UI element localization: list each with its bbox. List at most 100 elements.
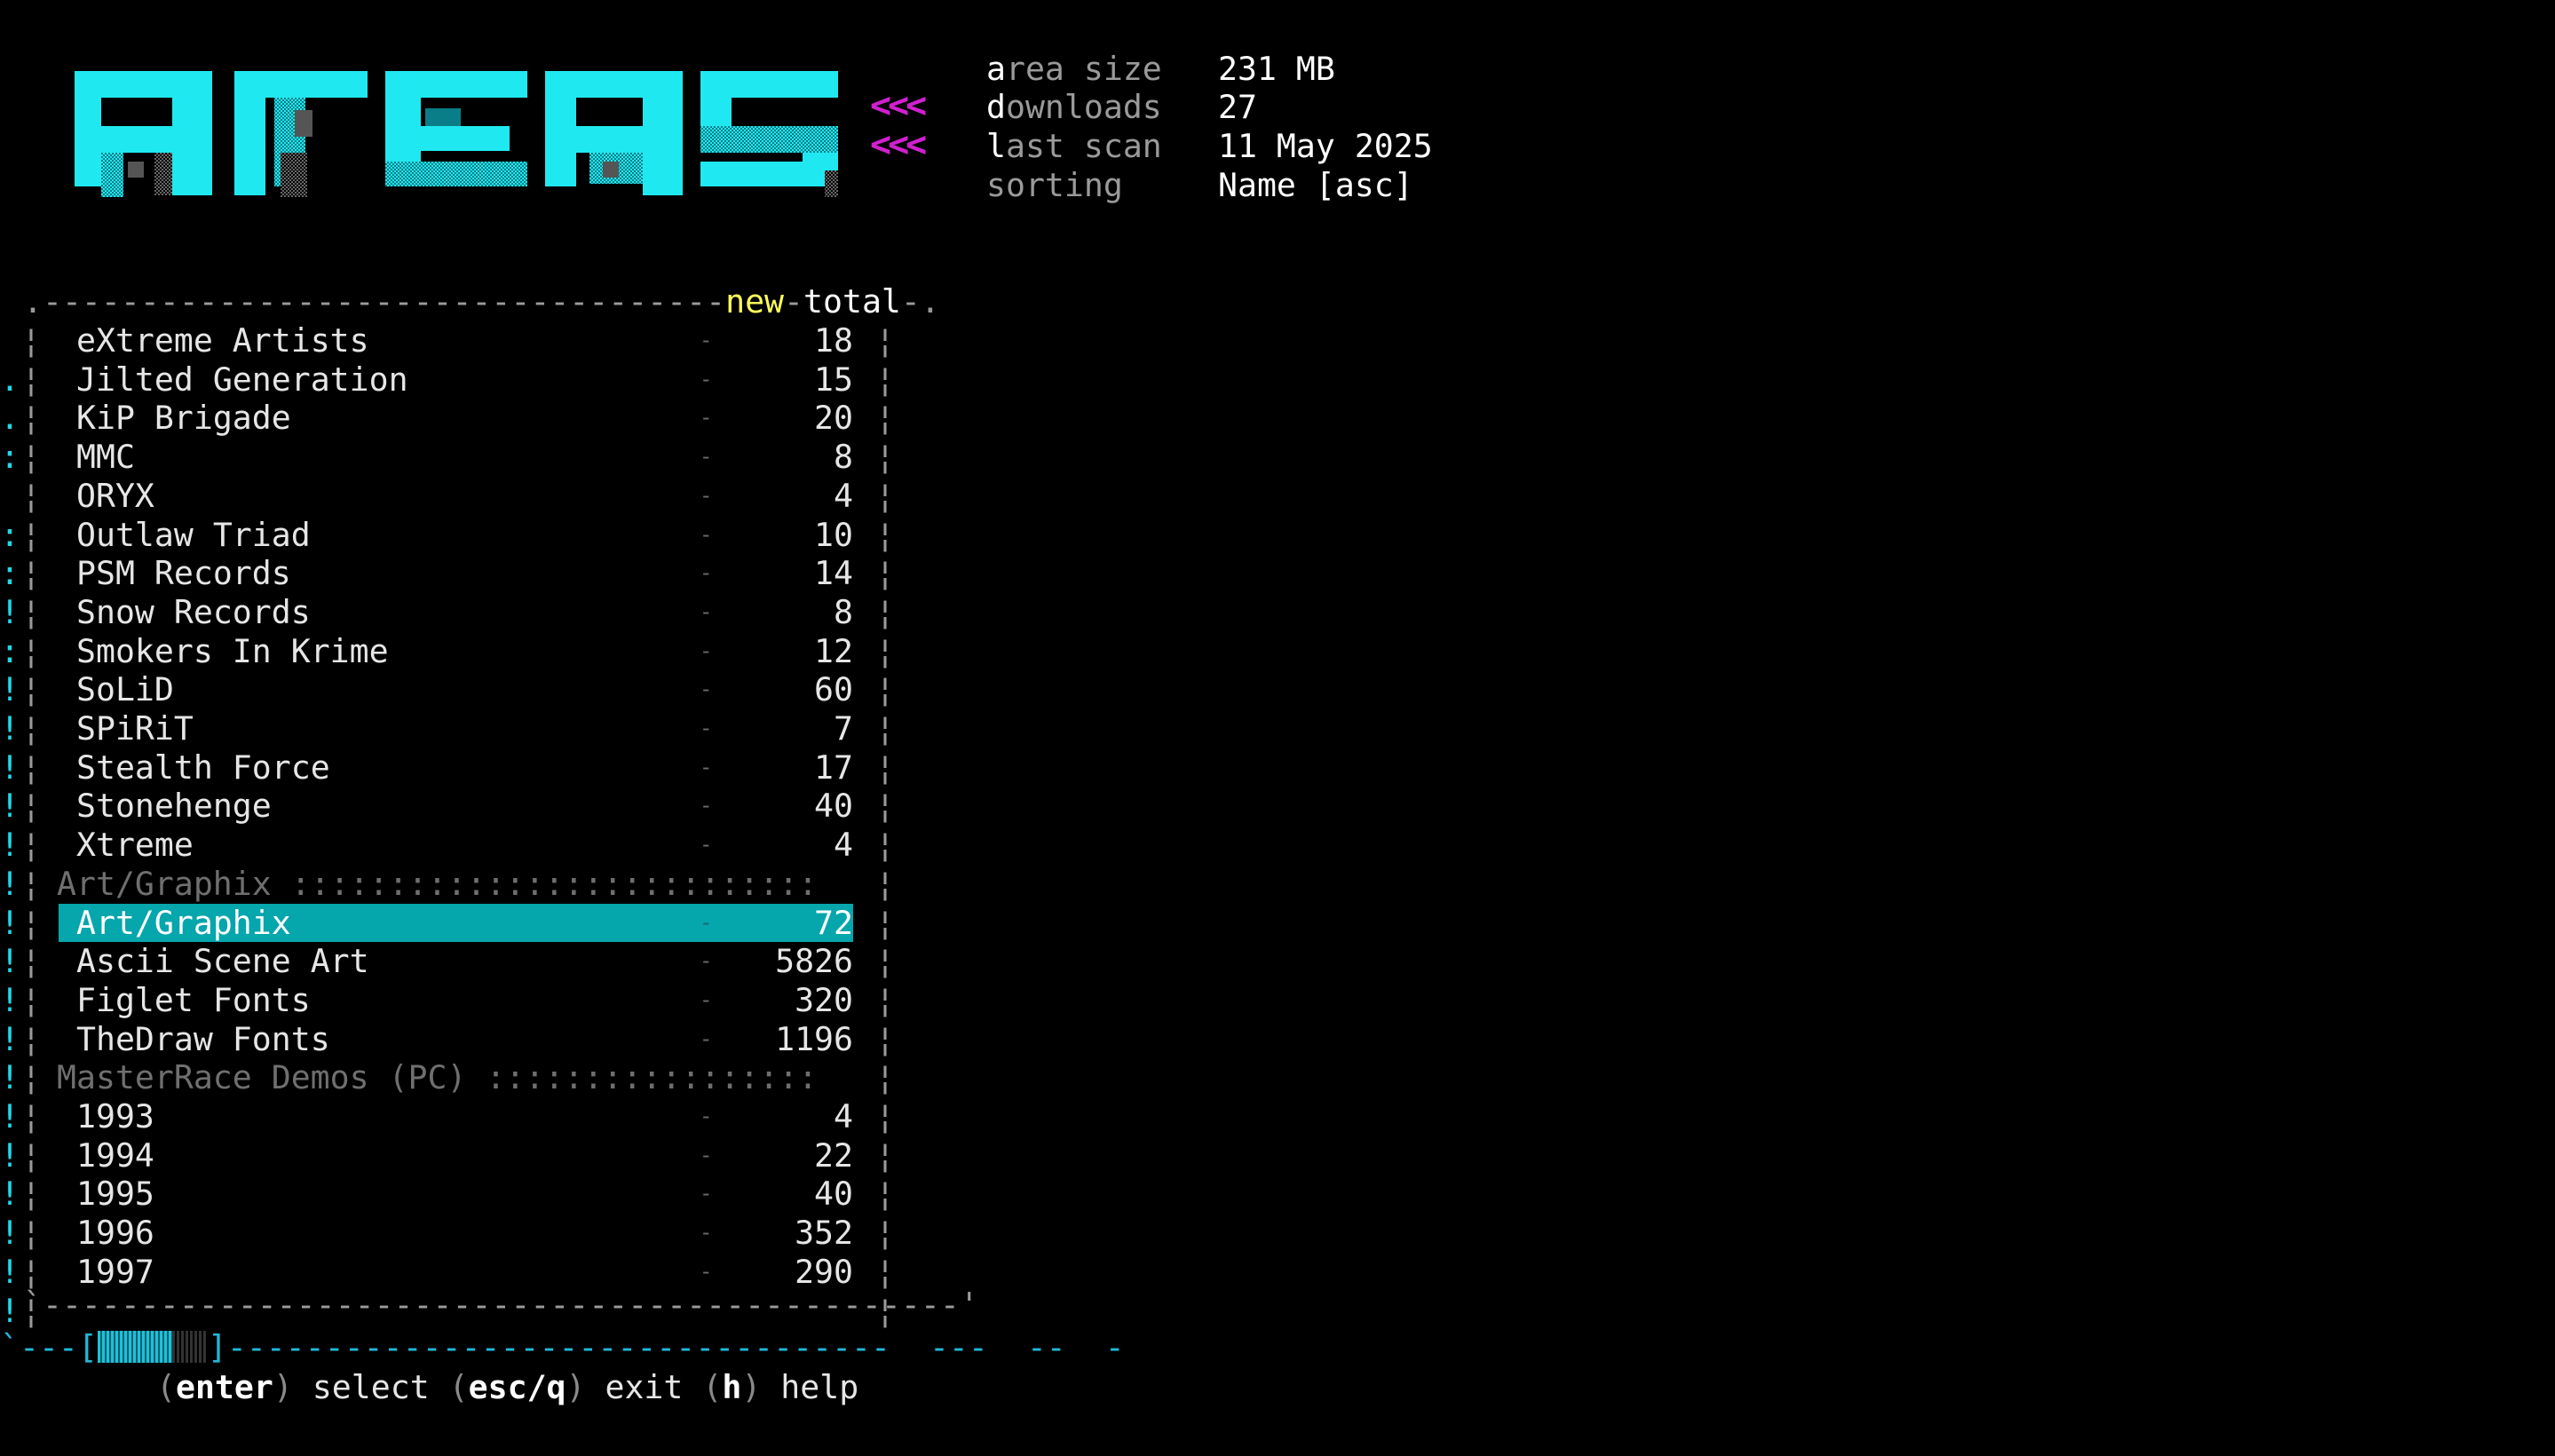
list-item[interactable]: 1996 - 352 <box>59 1214 853 1253</box>
list-item[interactable]: KiP Brigade - 20 <box>59 399 853 438</box>
list-item-name: Jilted Generation <box>76 360 408 399</box>
list-item-new: - <box>700 1104 713 1128</box>
list-item-total: 72 <box>814 903 853 942</box>
list-item-new: - <box>700 444 713 470</box>
frame-left-border: ¦ <box>21 1136 41 1175</box>
info-value-last-scan: 11 May 2025 <box>1218 127 1433 165</box>
info-label-sorting: sorting <box>986 166 1123 204</box>
frame-right-border: ¦ <box>875 631 895 670</box>
key-h[interactable]: h <box>722 1368 741 1406</box>
list-item-total: 20 <box>814 399 853 438</box>
column-header-new: new <box>725 282 785 320</box>
list-item-total: 10 <box>814 515 853 554</box>
list-item-new: - <box>700 1220 713 1246</box>
list-item-new: - <box>700 716 713 740</box>
frame-left-border: ¦ <box>21 360 41 399</box>
list-item-new: - <box>700 1142 713 1167</box>
list-item-new: - <box>700 1181 713 1207</box>
list-item-new: - <box>700 405 713 431</box>
list-item[interactable]: Xtreme - 4 <box>59 826 853 865</box>
list-item-total: 8 <box>834 592 853 631</box>
info-value-area-size: 231 MB <box>1218 50 1335 88</box>
list-item-name: TheDraw Fonts <box>76 1019 330 1058</box>
list-item[interactable]: Smokers In Krime - 12 <box>59 632 853 671</box>
frame-left-border: ¦ <box>21 476 41 515</box>
list-item[interactable]: 1995 - 40 <box>59 1175 853 1214</box>
scroll-thumb[interactable] <box>97 1330 172 1363</box>
list-item-new: - <box>700 677 713 702</box>
list-item[interactable]: Art/Graphix - 72 <box>59 903 853 943</box>
frame-right-border: ¦ <box>875 399 895 438</box>
list-item[interactable]: 1993 - 4 <box>59 1097 853 1136</box>
frame-right-border: ¦ <box>875 1175 895 1214</box>
list-item-new: - <box>700 832 713 858</box>
list-item[interactable]: Figlet Fonts - 320 <box>59 981 853 1020</box>
key-enter[interactable]: enter <box>176 1368 273 1406</box>
frame-left-border: ¦ <box>21 631 41 670</box>
frame-left-border: ¦ <box>21 787 41 826</box>
info-value-sorting: Name [asc] <box>1218 166 1413 204</box>
list-item[interactable]: Stonehenge - 40 <box>59 787 853 826</box>
list-item-total: 40 <box>814 1175 853 1214</box>
frame-right-border: ¦ <box>875 592 895 631</box>
frame-left-border: ¦ <box>21 515 41 554</box>
list-item-name: Outlaw Triad <box>76 515 311 554</box>
frame-right-border: ¦ <box>875 1019 895 1058</box>
list-item-name: SoLiD <box>76 670 174 709</box>
list-item-name: Ascii Scene Art <box>76 942 369 981</box>
frame-right-border: ¦ <box>875 709 895 748</box>
list-item-new: - <box>700 948 713 974</box>
list-item-total: 40 <box>814 787 853 826</box>
list-item[interactable]: Jilted Generation - 15 <box>59 360 853 400</box>
frame-left-border: ¦ <box>21 748 41 787</box>
column-header-total: total <box>803 282 901 320</box>
list-item[interactable]: PSM Records - 14 <box>59 554 853 593</box>
frame-right-border: ¦ <box>875 438 895 477</box>
arrows-indicator-1: <<< <box>870 85 927 126</box>
frame-right-border: ¦ <box>875 321 895 360</box>
list-item[interactable]: ORYX - 4 <box>59 477 853 516</box>
areas-logo <box>75 71 838 197</box>
frame-right-border: ¦ <box>875 670 895 709</box>
frame-left-border: ¦ <box>21 1058 41 1097</box>
list-item-total: 352 <box>795 1214 853 1253</box>
frame-right-border: ¦ <box>875 942 895 981</box>
frame-right-border: ¦ <box>875 1214 895 1253</box>
list-item[interactable]: MMC - 8 <box>59 438 853 477</box>
list-item[interactable]: Outlaw Triad - 10 <box>59 516 853 555</box>
frame-left-border: ¦ <box>21 980 41 1019</box>
frame-right-border: ¦ <box>875 554 895 593</box>
frame-right-border: ¦ <box>875 903 895 942</box>
list-item-new: - <box>700 793 713 819</box>
info-label-last-scan: last scan <box>986 127 1162 165</box>
list-item[interactable]: TheDraw Fonts - 1196 <box>59 1020 853 1059</box>
list-item-name: Stonehenge <box>76 787 272 826</box>
list-item[interactable]: Stealth Force - 17 <box>59 748 853 787</box>
frame-right-border: ¦ <box>875 826 895 865</box>
list-item-name: 1996 <box>76 1214 154 1253</box>
help-bar: (enter) select (esc/q) exit (h) help <box>156 1368 859 1406</box>
frame-right-border: ¦ <box>875 360 895 399</box>
logo-letter-r <box>234 71 368 197</box>
list-item-name: Smokers In Krime <box>76 631 389 670</box>
logo-letter-a <box>75 71 212 197</box>
list-item[interactable]: SPiRiT - 7 <box>59 709 853 748</box>
list-item[interactable]: SoLiD - 60 <box>59 670 853 709</box>
list-item-total: 8 <box>834 438 853 477</box>
list-item-name: eXtreme Artists <box>76 321 369 360</box>
info-label-area-size: area size <box>986 50 1162 88</box>
list-item-total: 22 <box>814 1136 853 1175</box>
scroll-track[interactable]: `---[]----------------------------------… <box>0 1328 1125 1367</box>
list-item[interactable]: Snow Records - 8 <box>59 593 853 632</box>
list-item[interactable]: 1994 - 22 <box>59 1136 853 1175</box>
info-value-downloads: 27 <box>1218 88 1257 126</box>
list-item-total: 17 <box>814 748 853 787</box>
list-item[interactable]: Ascii Scene Art - 5826 <box>59 942 853 981</box>
list-item[interactable]: eXtreme Artists - 18 <box>59 321 853 360</box>
frame-left-border: ¦ <box>21 399 41 438</box>
frame-right-border: ¦ <box>875 515 895 554</box>
key-esc-q[interactable]: esc/q <box>469 1368 566 1406</box>
frame-right-border: ¦ <box>875 748 895 787</box>
list-item-new: - <box>700 986 713 1012</box>
list-item-new: - <box>700 598 713 624</box>
